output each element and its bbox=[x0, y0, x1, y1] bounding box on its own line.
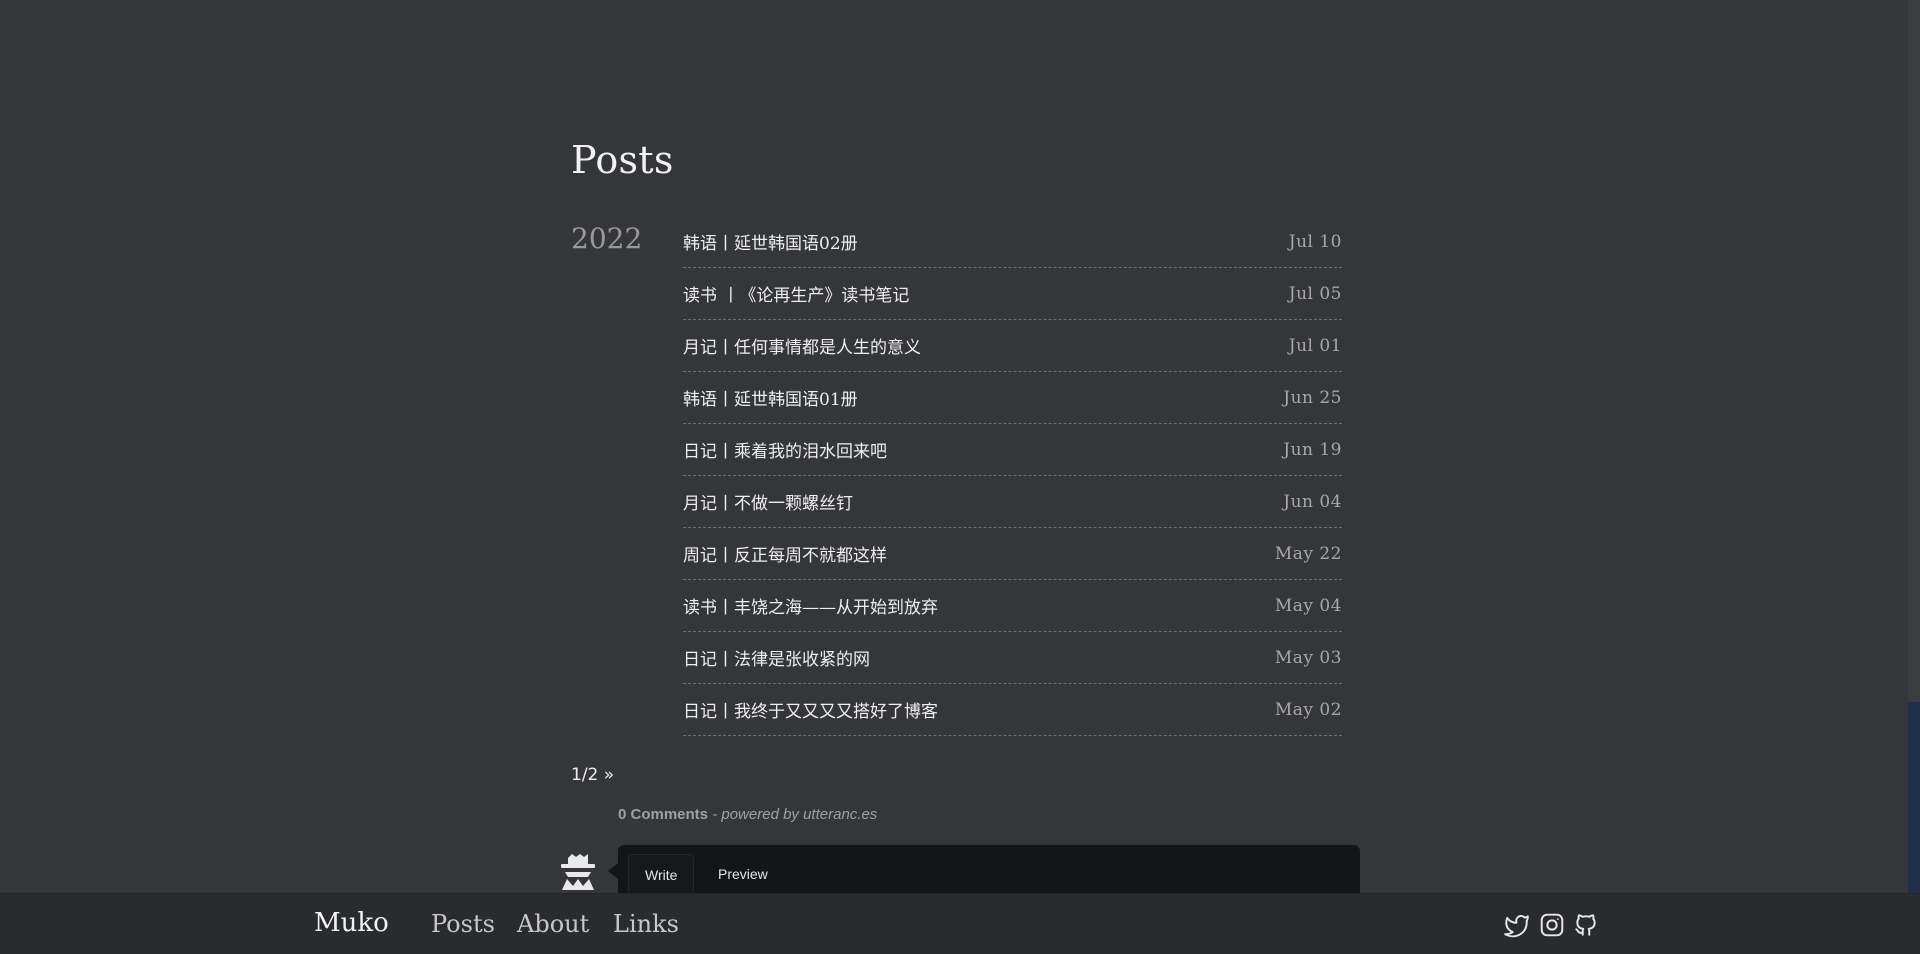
archive-year: 2022 bbox=[571, 222, 643, 255]
post-date: May 04 bbox=[1274, 595, 1342, 616]
post-title[interactable]: 日记丨我终于又又又又搭好了博客 bbox=[683, 697, 938, 722]
tab-write[interactable]: Write bbox=[628, 854, 695, 894]
footer-nav: Muko Posts About Links bbox=[0, 893, 1920, 954]
post-item[interactable]: 韩语丨延世韩国语01册 Jun 25 bbox=[683, 372, 1342, 424]
post-item[interactable]: 日记丨我终于又又又又搭好了博客 May 02 bbox=[683, 684, 1342, 736]
post-item[interactable]: 周记丨反正每周不就都这样 May 22 bbox=[683, 528, 1342, 580]
post-title[interactable]: 月记丨任何事情都是人生的意义 bbox=[683, 333, 921, 358]
post-date: Jul 05 bbox=[1288, 283, 1342, 304]
nav-posts[interactable]: Posts bbox=[431, 910, 495, 938]
powered-by-text[interactable]: - powered by utteranc.es bbox=[712, 806, 877, 823]
post-title[interactable]: 韩语丨延世韩国语02册 bbox=[683, 229, 858, 254]
page-title: Posts bbox=[571, 138, 674, 182]
post-title[interactable]: 周记丨反正每周不就都这样 bbox=[683, 541, 887, 566]
twitter-icon[interactable] bbox=[1504, 912, 1530, 938]
post-title[interactable]: 韩语丨延世韩国语01册 bbox=[683, 385, 858, 410]
post-item[interactable]: 日记丨法律是张收紧的网 May 03 bbox=[683, 632, 1342, 684]
post-title[interactable]: 日记丨法律是张收紧的网 bbox=[683, 645, 870, 670]
post-item[interactable]: 读书丨丰饶之海——从开始到放弃 May 04 bbox=[683, 580, 1342, 632]
nav-links[interactable]: Links bbox=[613, 910, 679, 938]
comment-editor: Write Preview bbox=[608, 845, 1360, 895]
github-icon[interactable] bbox=[1573, 912, 1599, 938]
scrollbar-thumb[interactable] bbox=[1908, 702, 1920, 893]
scrollbar[interactable] bbox=[1908, 0, 1920, 893]
tab-preview[interactable]: Preview bbox=[702, 854, 784, 894]
post-title[interactable]: 读书 丨《论再生产》读书笔记 bbox=[683, 281, 909, 306]
post-date: Jun 04 bbox=[1283, 491, 1342, 512]
comments-header: 0 Comments - powered by utteranc.es bbox=[618, 806, 877, 823]
post-date: May 02 bbox=[1274, 699, 1342, 720]
post-date: Jul 10 bbox=[1288, 231, 1342, 252]
post-title[interactable]: 月记丨不做一颗螺丝钉 bbox=[683, 489, 853, 514]
post-title[interactable]: 读书丨丰饶之海——从开始到放弃 bbox=[683, 593, 938, 618]
pagination-next[interactable]: 1/2 » bbox=[571, 765, 614, 785]
post-date: May 03 bbox=[1274, 647, 1342, 668]
post-item[interactable]: 月记丨不做一颗螺丝钉 Jun 04 bbox=[683, 476, 1342, 528]
post-item[interactable]: 日记丨乘着我的泪水回来吧 Jun 19 bbox=[683, 424, 1342, 476]
post-date: Jul 01 bbox=[1288, 335, 1342, 356]
post-list: 韩语丨延世韩国语02册 Jul 10 读书 丨《论再生产》读书笔记 Jul 05… bbox=[683, 216, 1342, 736]
post-date: Jun 19 bbox=[1283, 439, 1342, 460]
post-item[interactable]: 读书 丨《论再生产》读书笔记 Jul 05 bbox=[683, 268, 1342, 320]
post-date: May 22 bbox=[1274, 543, 1342, 564]
post-date: Jun 25 bbox=[1283, 387, 1342, 408]
post-title[interactable]: 日记丨乘着我的泪水回来吧 bbox=[683, 437, 887, 462]
nav-about[interactable]: About bbox=[517, 910, 589, 938]
anonymous-avatar-icon bbox=[557, 850, 599, 890]
post-item[interactable]: 韩语丨延世韩国语02册 Jul 10 bbox=[683, 216, 1342, 268]
post-item[interactable]: 月记丨任何事情都是人生的意义 Jul 01 bbox=[683, 320, 1342, 372]
instagram-icon[interactable] bbox=[1539, 912, 1565, 938]
comments-count[interactable]: 0 Comments bbox=[618, 806, 708, 823]
site-brand[interactable]: Muko bbox=[314, 908, 389, 938]
